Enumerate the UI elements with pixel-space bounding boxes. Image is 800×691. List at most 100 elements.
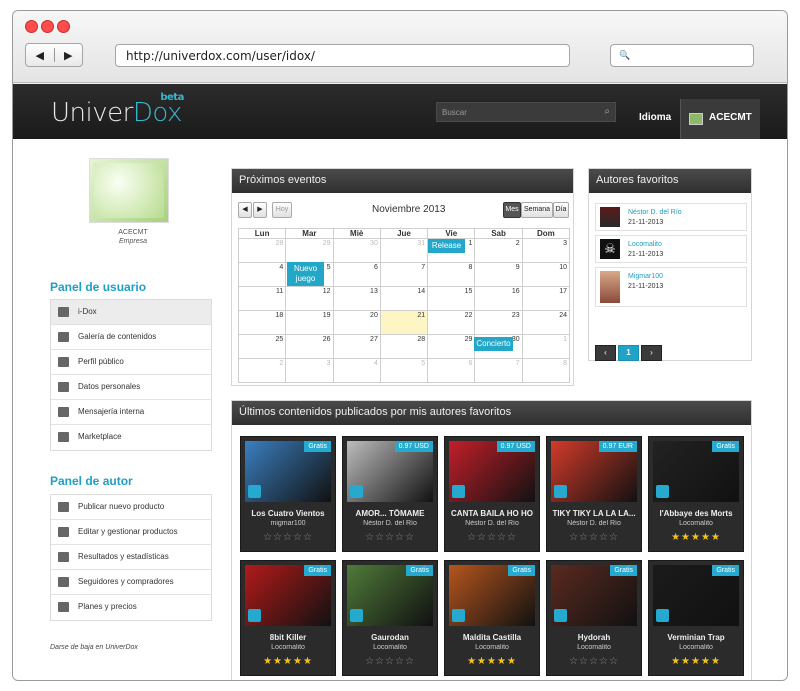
close-window-button[interactable] xyxy=(25,20,38,33)
calendar-day[interactable]: 3 xyxy=(521,238,571,263)
site-logo[interactable]: UniverDox beta xyxy=(51,92,184,128)
author-item[interactable]: Migmar100 21-11-2013 xyxy=(595,267,747,307)
forward-button[interactable]: ▶ xyxy=(55,49,83,62)
calendar-day[interactable]: 25 xyxy=(237,334,287,359)
calendar-day[interactable]: 6 xyxy=(332,262,381,287)
view-week-button[interactable]: Semana xyxy=(521,202,553,218)
calendar-day[interactable]: 28 xyxy=(237,238,287,263)
event-nuevo-juego[interactable]: Nuevo juego xyxy=(287,262,324,286)
calendar-day-today[interactable]: 21 xyxy=(379,310,429,335)
calendar-day[interactable]: 27 xyxy=(332,334,381,359)
calendar-day[interactable]: 31 xyxy=(379,238,429,263)
menu-item[interactable]: Resultados y estadísticas xyxy=(51,545,211,570)
calendar-day[interactable]: 3 xyxy=(285,358,334,383)
calendar-day[interactable]: 30 xyxy=(332,238,381,263)
calendar-day[interactable]: 12 xyxy=(285,286,334,311)
rating-stars[interactable]: ☆☆☆☆☆ xyxy=(343,532,437,543)
product-card[interactable]: Gratis 8bit Killer Locomalito ★★★★★ xyxy=(240,560,336,676)
calendar-day[interactable]: 5 xyxy=(379,358,429,383)
author-date: 21-11-2013 xyxy=(628,251,664,258)
rating-stars[interactable]: ★★★★★ xyxy=(649,656,743,667)
calendar-day[interactable]: 7 xyxy=(474,358,523,383)
author-name: Locomalito xyxy=(628,241,662,248)
browser-search-field[interactable]: 🔍 xyxy=(610,44,754,67)
product-card[interactable]: Gratis Verminian Trap Locomalito ★★★★★ xyxy=(648,560,744,676)
product-card[interactable]: Gratis Gaurodan Locomalito ☆☆☆☆☆ xyxy=(342,560,438,676)
menu-item[interactable]: Publicar nuevo producto xyxy=(51,495,211,520)
view-day-button[interactable]: Día xyxy=(553,202,569,218)
menu-item[interactable]: Datos personales xyxy=(51,375,211,400)
product-card[interactable]: Gratis Los Cuatro Vientos migmar100 ☆☆☆☆☆ xyxy=(240,436,336,552)
calendar-day[interactable]: 10 xyxy=(521,262,571,287)
calendar-day[interactable]: 19 xyxy=(285,310,334,335)
rating-stars[interactable]: ☆☆☆☆☆ xyxy=(445,532,539,543)
calendar-day[interactable]: 4 xyxy=(332,358,381,383)
calendar-prev-button[interactable]: ◀ xyxy=(238,202,252,218)
calendar-day[interactable]: 28 xyxy=(379,334,429,359)
calendar-day[interactable]: 24 xyxy=(521,310,571,335)
calendar-day[interactable]: 7 xyxy=(379,262,429,287)
calendar-day[interactable]: 29 xyxy=(427,334,476,359)
rating-stars[interactable]: ★★★★★ xyxy=(445,656,539,667)
maximize-window-button[interactable] xyxy=(57,20,70,33)
calendar-day[interactable]: 13 xyxy=(332,286,381,311)
product-card[interactable]: Gratis Hydorah Locomalito ☆☆☆☆☆ xyxy=(546,560,642,676)
calendar-day[interactable]: 22 xyxy=(427,310,476,335)
calendar-day[interactable]: 29 xyxy=(285,238,334,263)
product-card[interactable]: Gratis Maldita Castilla Locomalito ★★★★★ xyxy=(444,560,540,676)
calendar-day[interactable]: 14 xyxy=(379,286,429,311)
authors-next-page[interactable]: › xyxy=(641,345,662,361)
calendar-day[interactable]: 16 xyxy=(474,286,523,311)
calendar-day[interactable]: 23 xyxy=(474,310,523,335)
menu-item[interactable]: Perfil público xyxy=(51,350,211,375)
back-button[interactable]: ◀ xyxy=(26,49,54,62)
calendar-next-button[interactable]: ▶ xyxy=(253,202,267,218)
product-card[interactable]: 0.97 USD CANTA BAILA HO HO Néstor D. del R… xyxy=(444,436,540,552)
address-bar[interactable]: http://univerdox.com/user/idox/ xyxy=(115,44,570,67)
calendar-day[interactable]: 9 xyxy=(474,262,523,287)
authors-current-page[interactable]: 1 xyxy=(618,345,639,361)
menu-item[interactable]: Marketplace xyxy=(51,425,211,450)
language-menu[interactable]: Idioma xyxy=(639,112,671,123)
calendar-day[interactable]: 2 xyxy=(474,238,523,263)
rating-stars[interactable]: ★★★★★ xyxy=(649,532,743,543)
rating-stars[interactable]: ☆☆☆☆☆ xyxy=(241,532,335,543)
calendar-day[interactable]: 18 xyxy=(237,310,287,335)
rating-stars[interactable]: ★★★★★ xyxy=(241,656,335,667)
calendar-day[interactable]: 4 xyxy=(237,262,287,287)
calendar-day[interactable]: 6 xyxy=(427,358,476,383)
menu-item[interactable]: Editar y gestionar productos xyxy=(51,520,211,545)
menu-item[interactable]: Galería de contenidos xyxy=(51,325,211,350)
calendar-day[interactable]: 2 xyxy=(237,358,287,383)
site-search-input[interactable]: Buscar ⌕ xyxy=(436,102,616,122)
calendar-day[interactable]: 15 xyxy=(427,286,476,311)
user-menu-button[interactable]: ACECMT xyxy=(680,99,760,139)
calendar-day[interactable]: 8 xyxy=(521,358,571,383)
event-concierto[interactable]: Concierto xyxy=(474,337,513,351)
minimize-window-button[interactable] xyxy=(41,20,54,33)
calendar-day[interactable]: 8 xyxy=(427,262,476,287)
product-card[interactable]: Gratis l'Abbaye des Morts Locomalito ★★★★★ xyxy=(648,436,744,552)
user-avatar[interactable] xyxy=(89,158,169,223)
calendar-today-button[interactable]: Hoy xyxy=(272,202,292,218)
calendar-day[interactable]: 20 xyxy=(332,310,381,335)
view-month-button[interactable]: Mes xyxy=(503,202,521,218)
rating-stars[interactable]: ☆☆☆☆☆ xyxy=(547,532,641,543)
rating-stars[interactable]: ☆☆☆☆☆ xyxy=(547,656,641,667)
menu-item[interactable]: Mensajería interna xyxy=(51,400,211,425)
menu-item[interactable]: Planes y precios xyxy=(51,595,211,620)
calendar-day[interactable]: 11 xyxy=(237,286,287,311)
menu-item[interactable]: i-Dox xyxy=(51,300,211,325)
calendar-day[interactable]: 1 xyxy=(521,334,571,359)
calendar-day[interactable]: 17 xyxy=(521,286,571,311)
product-card[interactable]: 0.97 USD AMOR... TÔMAME Néstor D. del Río ☆… xyxy=(342,436,438,552)
rating-stars[interactable]: ☆☆☆☆☆ xyxy=(343,656,437,667)
menu-item[interactable]: Seguidores y compradores xyxy=(51,570,211,595)
authors-prev-page[interactable]: ‹ xyxy=(595,345,616,361)
product-card[interactable]: 0.97 EUR TIKY TIKY LA LA LA... Néstor D. d… xyxy=(546,436,642,552)
unsubscribe-link[interactable]: Darse de baja en UniverDox xyxy=(50,644,138,651)
event-release[interactable]: Release xyxy=(428,239,465,253)
calendar-day[interactable]: 26 xyxy=(285,334,334,359)
author-item[interactable]: Néstor D. del Río 21-11-2013 xyxy=(595,203,747,231)
author-item[interactable]: ☠ Locomalito 21-11-2013 xyxy=(595,235,747,263)
